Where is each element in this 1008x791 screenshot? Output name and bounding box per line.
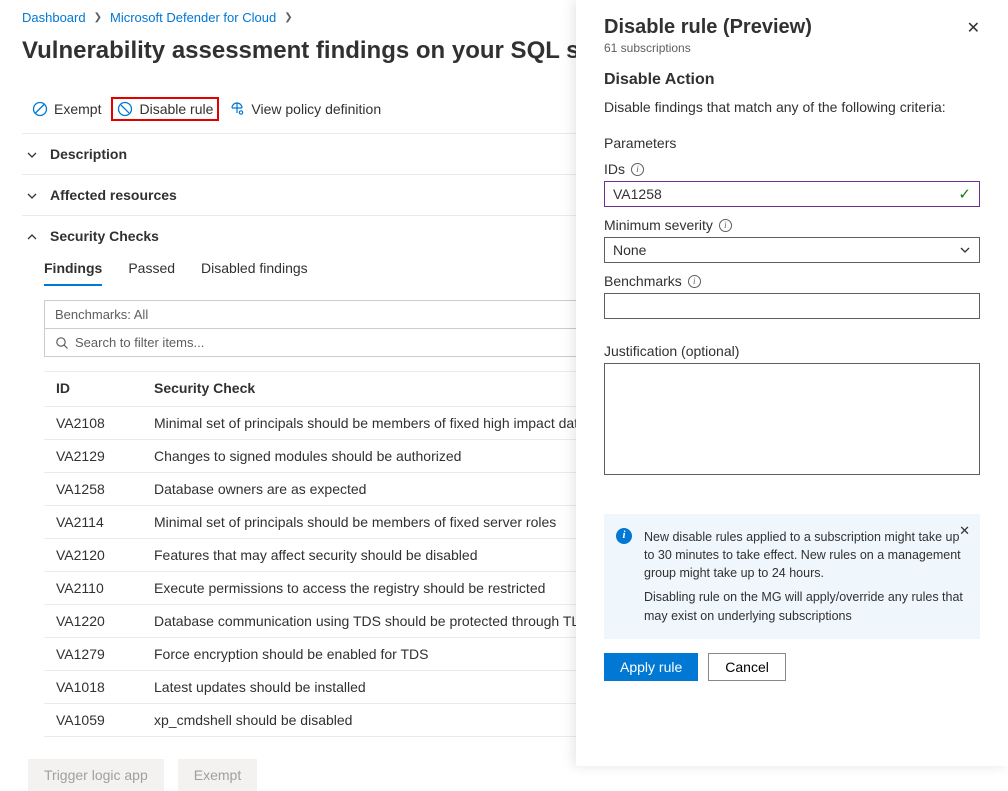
bc-dashboard[interactable]: Dashboard [22, 10, 86, 25]
checkmark-icon: ✓ [958, 185, 971, 203]
disable-rule-label: Disable rule [139, 101, 213, 117]
section-checks-label: Security Checks [50, 228, 159, 244]
policy-icon [229, 101, 245, 117]
view-policy-button[interactable]: View policy definition [219, 95, 391, 123]
severity-label: Minimum severity [604, 217, 713, 233]
col-id[interactable]: ID [56, 380, 154, 396]
benchmarks-input[interactable] [604, 293, 980, 319]
tab-disabled[interactable]: Disabled findings [201, 260, 308, 286]
cell-id: VA1059 [56, 712, 154, 728]
panel-desc: Disable findings that match any of the f… [604, 99, 980, 115]
alert-text-2: Disabling rule on the MG will apply/over… [644, 588, 966, 624]
cell-id: VA1018 [56, 679, 154, 695]
exempt-label: Exempt [54, 101, 101, 117]
search-icon [55, 336, 69, 350]
apply-rule-button[interactable]: Apply rule [604, 653, 698, 681]
exempt-button[interactable]: Exempt [22, 95, 111, 123]
disable-rule-panel: Disable rule (Preview) ✕ 61 subscription… [576, 0, 1008, 766]
disable-rule-button[interactable]: Disable rule [111, 97, 219, 121]
info-icon[interactable]: i [688, 275, 701, 288]
chevron-right-icon: ❯ [94, 12, 102, 23]
justification-textarea[interactable] [604, 363, 980, 475]
chevron-up-icon [26, 231, 36, 241]
section-affected-label: Affected resources [50, 187, 177, 203]
view-policy-label: View policy definition [251, 101, 381, 117]
cancel-button[interactable]: Cancel [708, 653, 786, 681]
tab-passed[interactable]: Passed [128, 260, 175, 286]
exempt-bottom-button[interactable]: Exempt [178, 759, 257, 791]
section-description-label: Description [50, 146, 127, 162]
bc-defender[interactable]: Microsoft Defender for Cloud [110, 10, 276, 25]
parameters-label: Parameters [604, 135, 980, 151]
chevron-down-icon [959, 244, 971, 256]
exempt-icon [32, 101, 48, 117]
alert-text-1: New disable rules applied to a subscript… [644, 528, 966, 582]
cell-id: VA2114 [56, 514, 154, 530]
info-icon[interactable]: i [631, 163, 644, 176]
cell-id: VA1220 [56, 613, 154, 629]
cell-id: VA2108 [56, 415, 154, 431]
severity-value: None [613, 242, 646, 258]
panel-subtitle: 61 subscriptions [604, 41, 980, 55]
panel-title: Disable rule (Preview) [604, 16, 812, 39]
trigger-logic-app-button[interactable]: Trigger logic app [28, 759, 164, 791]
info-icon: i [616, 528, 632, 544]
cell-id: VA2120 [56, 547, 154, 563]
ids-label: IDs [604, 161, 625, 177]
disable-icon [117, 101, 133, 117]
cell-id: VA2129 [56, 448, 154, 464]
cell-id: VA2110 [56, 580, 154, 596]
chevron-down-icon [26, 190, 36, 200]
panel-heading: Disable Action [604, 71, 980, 89]
close-icon[interactable]: ✕ [959, 522, 970, 541]
severity-select[interactable]: None [604, 237, 980, 263]
benchmarks-label: Benchmarks [604, 273, 682, 289]
justification-label: Justification (optional) [604, 343, 739, 359]
chevron-down-icon [26, 149, 36, 159]
search-placeholder: Search to filter items... [75, 335, 204, 350]
cell-id: VA1279 [56, 646, 154, 662]
ids-value: VA1258 [613, 186, 662, 202]
ids-input[interactable]: VA1258 ✓ [604, 181, 980, 207]
info-alert: i ✕ New disable rules applied to a subsc… [604, 514, 980, 639]
chevron-right-icon: ❯ [284, 12, 292, 23]
tab-findings[interactable]: Findings [44, 260, 102, 286]
info-icon[interactable]: i [719, 219, 732, 232]
close-icon[interactable]: ✕ [967, 18, 980, 38]
cell-id: VA1258 [56, 481, 154, 497]
